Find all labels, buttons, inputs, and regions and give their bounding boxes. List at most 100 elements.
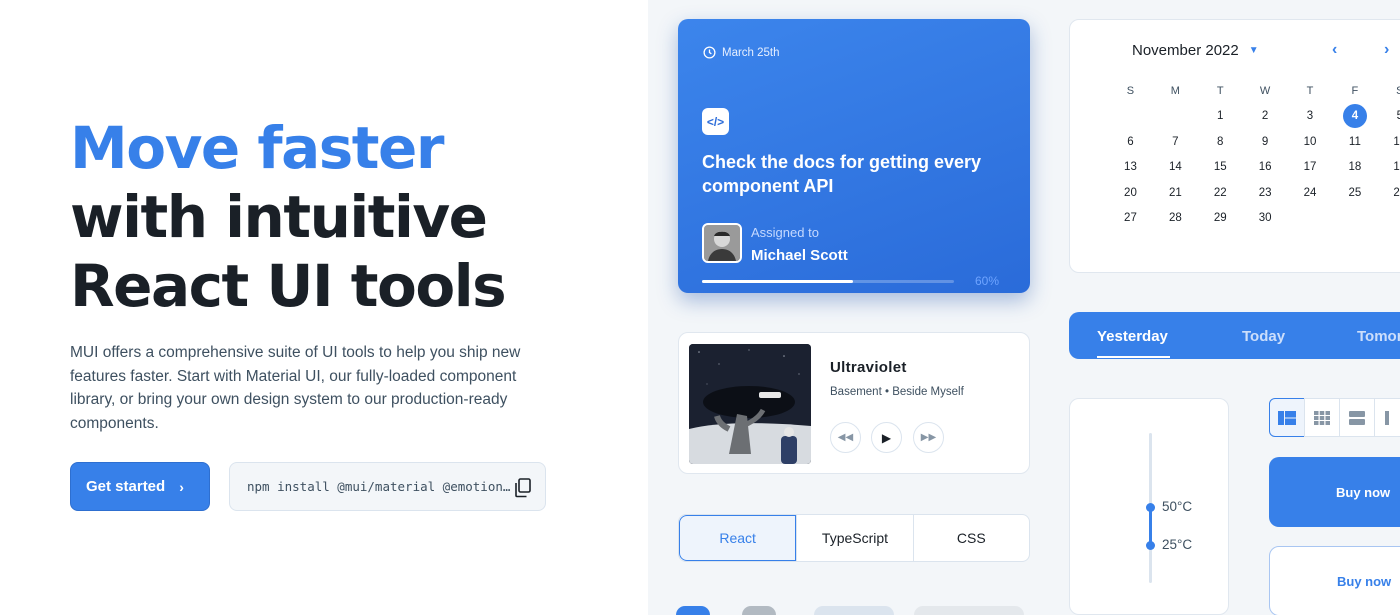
calendar-day[interactable]: 15 <box>1198 155 1243 181</box>
toggle-typescript[interactable]: TypeScript <box>796 515 912 561</box>
task-card[interactable]: March 25th </> Check the docs for gettin… <box>678 19 1030 293</box>
calendar-day[interactable]: 18 <box>1332 155 1377 181</box>
album-cover <box>689 344 811 464</box>
calendar-day[interactable]: 20 <box>1108 180 1153 206</box>
hero-section: Move faster with intuitive React UI tool… <box>0 0 648 615</box>
weekday-header: S <box>1126 84 1135 97</box>
clock-icon <box>703 46 716 59</box>
switch-on[interactable] <box>676 606 710 615</box>
calendar-day[interactable]: 25 <box>1332 180 1377 206</box>
weekday-header: W <box>1259 84 1271 97</box>
fast-forward-icon[interactable]: ▶▶ <box>913 422 944 453</box>
date-picker: November 2022 ▼ ‹ › S M T W T F S 1 2 3 4 5 6 7 8 9 10 11… <box>1069 19 1400 273</box>
calendar-grid: SMTWTFS123456789101112131415161718192021… <box>1108 78 1400 231</box>
npm-install-snippet[interactable]: npm install @mui/material @emotion… <box>229 462 546 511</box>
hero-description: MUI offers a comprehensive suite of UI t… <box>70 344 521 432</box>
code-icon: </> <box>702 108 729 135</box>
next-month-button[interactable]: › <box>1384 41 1389 59</box>
song-title: Ultraviolet <box>830 359 907 376</box>
calendar-day[interactable]: 6 <box>1108 129 1153 155</box>
chip-javascript[interactable] <box>914 606 1024 615</box>
caret-down-icon: ▼ <box>1248 45 1259 56</box>
calendar-day[interactable]: 26 <box>1377 180 1400 206</box>
calendar-day[interactable]: 13 <box>1108 155 1153 181</box>
calendar-day[interactable]: 5 <box>1377 104 1400 130</box>
calendar-day[interactable]: 30 <box>1243 206 1288 232</box>
copy-icon[interactable] <box>514 478 532 498</box>
music-player: Ultraviolet Basement • Beside Myself ◀◀ … <box>678 332 1030 474</box>
play-icon[interactable]: ▶ <box>871 422 902 453</box>
view-toggle-group <box>1269 398 1400 438</box>
get-started-button[interactable]: Get started › <box>70 462 210 511</box>
previous-month-button[interactable]: ‹ <box>1332 41 1337 59</box>
buy-now-button-secondary[interactable]: Buy now <box>1269 546 1400 615</box>
calendar-day[interactable]: 28 <box>1153 206 1198 232</box>
chip-react[interactable] <box>814 606 894 615</box>
calendar-day[interactable]: 17 <box>1288 155 1333 181</box>
task-progress-bar <box>702 280 954 283</box>
slider-label-high: 50°C <box>1162 499 1193 514</box>
list-view-icon[interactable] <box>1339 398 1375 437</box>
calendar-day[interactable]: 11 <box>1332 129 1377 155</box>
tab-today[interactable]: Today <box>1242 328 1285 345</box>
tab-tomorrow[interactable]: Tomorrow <box>1357 328 1400 345</box>
calendar-day[interactable]: 7 <box>1153 129 1198 155</box>
hero-title-highlight: Move faster <box>70 114 444 182</box>
task-progress-fill <box>702 280 854 283</box>
weekday-header: M <box>1170 84 1180 97</box>
calendar-day[interactable]: 23 <box>1243 180 1288 206</box>
task-progress-text: 60% <box>975 274 1000 288</box>
dashboard-view-icon[interactable] <box>1269 398 1305 437</box>
calendar-day[interactable]: 21 <box>1153 180 1198 206</box>
slider-label-low: 25°C <box>1162 537 1193 552</box>
avatar <box>702 223 742 263</box>
rewind-icon[interactable]: ◀◀ <box>830 422 861 453</box>
tab-indicator <box>1097 356 1170 358</box>
calendar-day[interactable]: 29 <box>1198 206 1243 232</box>
empty-day <box>1108 104 1153 130</box>
calendar-day[interactable]: 4 <box>1332 104 1377 130</box>
switch-off[interactable] <box>742 606 776 615</box>
song-artist: Basement • Beside Myself <box>830 386 964 398</box>
month-selector[interactable]: November 2022 ▼ <box>1132 42 1259 59</box>
calendar-day[interactable]: 19 <box>1377 155 1400 181</box>
calendar-day[interactable]: 1 <box>1198 104 1243 130</box>
hero-title: Move faster with intuitive React UI tool… <box>70 114 507 321</box>
toggle-css[interactable]: CSS <box>912 515 1029 561</box>
calendar-day[interactable]: 8 <box>1198 129 1243 155</box>
calendar-day[interactable]: 2 <box>1243 104 1288 130</box>
weekday-header: T <box>1216 84 1224 97</box>
npm-command: npm install @mui/material @emotion… <box>247 479 511 494</box>
tab-yesterday[interactable]: Yesterday <box>1097 328 1168 345</box>
calendar-day[interactable]: 10 <box>1288 129 1333 155</box>
calendar-day[interactable]: 3 <box>1288 104 1333 130</box>
grid-view-icon[interactable] <box>1304 398 1340 437</box>
get-started-label: Get started <box>86 478 166 495</box>
toggle-react[interactable]: React <box>679 515 797 561</box>
assignee-name: Michael Scott <box>751 247 848 264</box>
calendar-day[interactable]: 12 <box>1377 129 1400 155</box>
month-label: November 2022 <box>1132 42 1239 59</box>
task-date: March 25th <box>703 46 780 59</box>
weekday-header: F <box>1351 84 1359 97</box>
slider-thumb-high[interactable] <box>1146 503 1155 512</box>
slider-thumb-low[interactable] <box>1146 541 1155 550</box>
slider-range <box>1149 507 1152 545</box>
calendar-day[interactable]: 9 <box>1243 129 1288 155</box>
language-toggle-group: React TypeScript CSS <box>678 514 1030 562</box>
weekday-header: T <box>1306 84 1314 97</box>
temperature-slider[interactable]: 50°C 25°C <box>1069 398 1229 615</box>
calendar-day[interactable]: 24 <box>1288 180 1333 206</box>
calendar-day[interactable]: 16 <box>1243 155 1288 181</box>
calendar-day[interactable]: 27 <box>1108 206 1153 232</box>
assigned-label: Assigned to <box>751 225 819 240</box>
task-title: Check the docs for getting every compone… <box>702 152 982 196</box>
chevron-right-icon: › <box>179 478 184 495</box>
day-tabs: Yesterday Today Tomorrow <box>1069 312 1400 359</box>
task-date-text: March 25th <box>722 46 780 59</box>
column-view-icon[interactable] <box>1374 398 1400 437</box>
buy-now-button-primary[interactable]: Buy now <box>1269 457 1400 527</box>
hero-title-line-2: with intuitive <box>70 183 488 251</box>
calendar-day[interactable]: 22 <box>1198 180 1243 206</box>
calendar-day[interactable]: 14 <box>1153 155 1198 181</box>
